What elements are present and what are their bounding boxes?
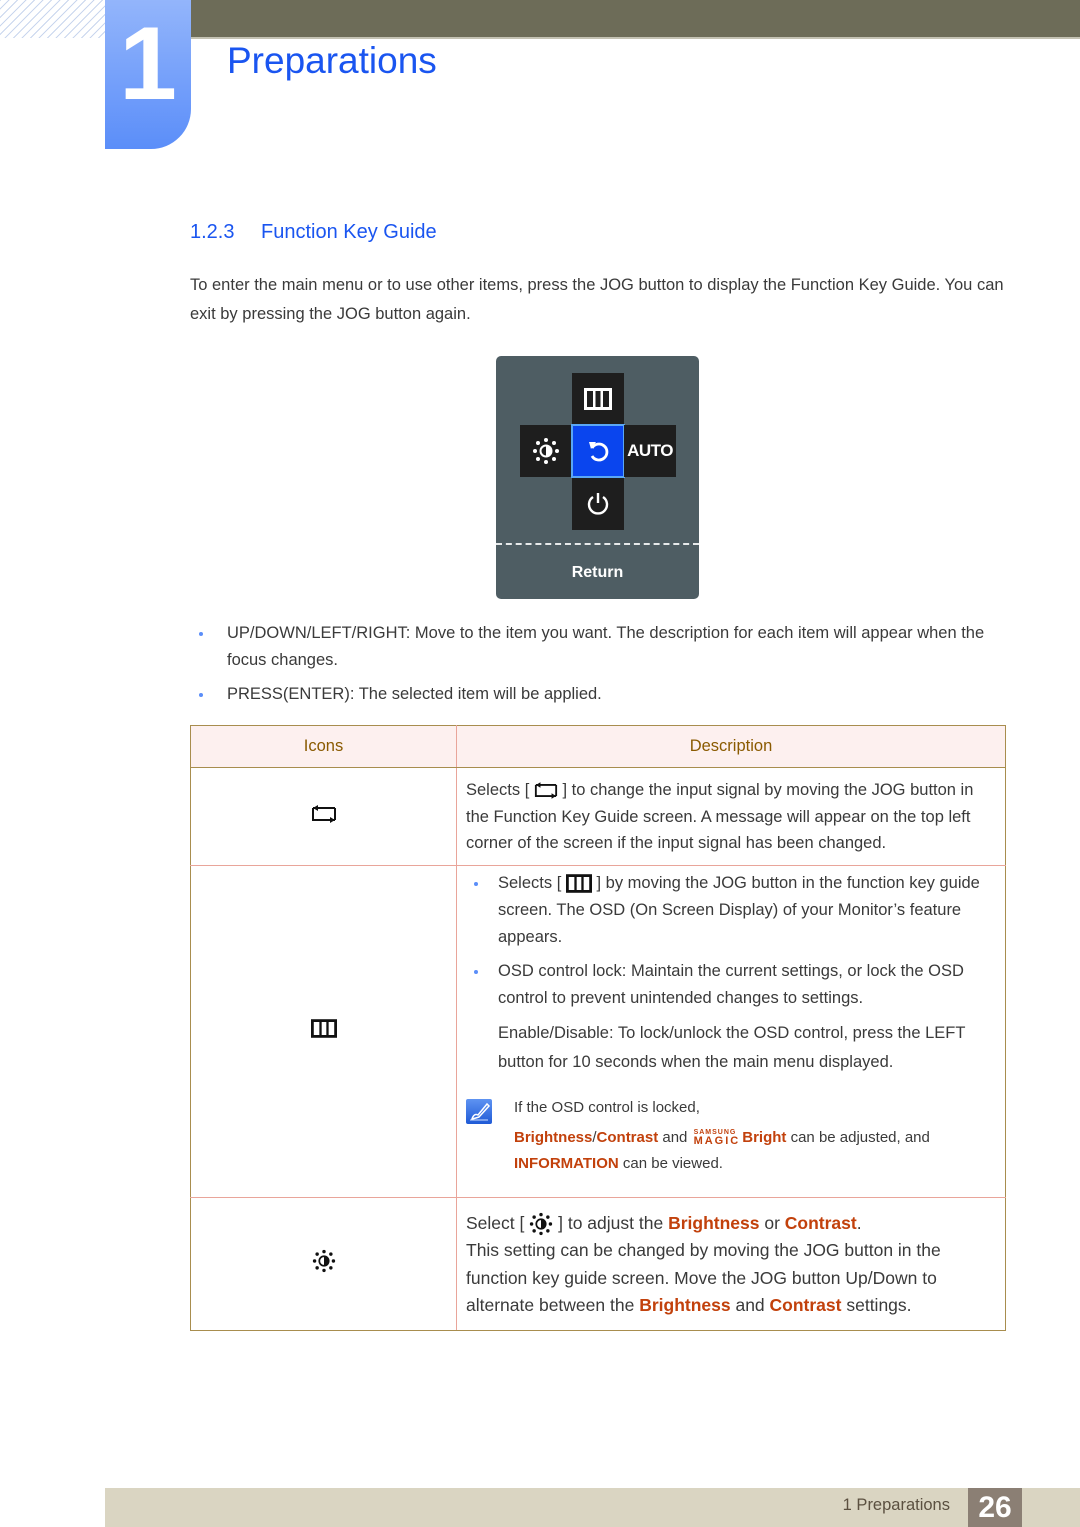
osd-return-label: Return: [571, 564, 624, 581]
icon-cell: [190, 767, 457, 865]
magic-bright-link: Bright: [742, 1128, 787, 1146]
osd-auto-button[interactable]: AUTO: [624, 425, 676, 477]
icon-cell: [190, 864, 457, 1197]
note-pencil-icon: [466, 1098, 492, 1124]
menu-icon: [584, 388, 612, 410]
osd-power-button[interactable]: [572, 478, 624, 530]
bullet-dot-icon: [199, 632, 203, 636]
chapter-number: 1: [119, 6, 177, 122]
page-footer: 1 Preparations 26: [105, 1488, 1080, 1527]
brightness-icon: [530, 1212, 553, 1236]
navigation-bullets: UP/DOWN/LEFT/RIGHT: Move to the item you…: [190, 620, 1010, 715]
enable-disable-text: Enable/Disable: To lock/unlock the OSD c…: [498, 1023, 966, 1071]
osd-divider: [496, 543, 699, 545]
section-title: Function Key Guide: [261, 221, 437, 243]
intro-paragraph: To enter the main menu or to use other i…: [190, 276, 1004, 323]
contrast-link: Contrast: [596, 1128, 659, 1146]
osd-return-button[interactable]: [571, 424, 625, 478]
contrast-link: Contrast: [769, 1295, 842, 1315]
note-block: If the OSD control is locked, Brightness…: [466, 1093, 996, 1179]
chapter-tab: 1: [105, 0, 191, 149]
header-bar: [190, 0, 1080, 37]
brightness-icon: [533, 438, 559, 464]
description-bullet: OSD control lock: Maintain the current s…: [466, 958, 996, 1012]
bullet-dot-icon: [474, 969, 478, 974]
bullet-dot-icon: [474, 881, 478, 886]
section-number: 1.2.3: [190, 221, 235, 243]
chapter-title: Preparations: [227, 40, 437, 81]
brightness-link: Brightness: [639, 1295, 731, 1315]
table-row: Selects [ ] to change the input signal b…: [190, 767, 1006, 865]
contrast-link: Contrast: [784, 1212, 857, 1233]
header-description: Description: [456, 725, 1006, 768]
power-icon: [587, 493, 609, 515]
table-header-row: Icons Description: [190, 725, 1006, 768]
bullet-item: PRESS(ENTER): The selected item will be …: [190, 681, 1010, 708]
table-row: Select [ ] to adjust the Brightness or C…: [190, 1196, 1006, 1331]
menu-icon: [565, 873, 592, 893]
function-key-guide-panel: AUTO Return: [496, 356, 699, 599]
decorative-hatch: [0, 0, 105, 38]
description-cell: Selects [ ] by moving the JOG button in …: [456, 864, 1006, 1197]
osd-brightness-button[interactable]: [520, 425, 572, 477]
description-cell: Selects [ ] to change the input signal b…: [466, 781, 974, 852]
section-heading: 1.2.3 Function Key Guide: [190, 221, 437, 244]
return-icon: [589, 442, 609, 462]
source-icon: [311, 804, 336, 823]
header-bar-line: [190, 37, 1080, 39]
icon-cell: [190, 1196, 457, 1331]
brightness-link: Brightness: [514, 1128, 593, 1146]
bullet-item: UP/DOWN/LEFT/RIGHT: Move to the item you…: [190, 620, 1010, 674]
source-icon: [534, 782, 557, 799]
description-cell: Select [ ] to adjust the Brightness or C…: [456, 1196, 1006, 1331]
page-number: 26: [968, 1488, 1022, 1527]
brightness-link: Brightness: [668, 1212, 760, 1233]
table-row: Selects [ ] by moving the JOG button in …: [190, 864, 1006, 1197]
footer-section-label: 1 Preparations: [842, 1496, 950, 1514]
information-link: INFORMATION: [514, 1154, 619, 1172]
header-icons: Icons: [190, 725, 457, 768]
brightness-icon: [312, 1249, 335, 1273]
auto-label: AUTO: [627, 441, 673, 460]
samsung-magic-logo: SAMSUNG MAGIC: [693, 1128, 741, 1147]
osd-menu-button[interactable]: [572, 373, 624, 425]
bullet-dot-icon: [199, 693, 203, 697]
function-key-table: Icons Description Selects [ ] to change …: [190, 725, 1006, 1331]
description-bullet: Selects [ ] by moving the JOG button in …: [466, 870, 996, 951]
menu-icon: [310, 1019, 337, 1038]
